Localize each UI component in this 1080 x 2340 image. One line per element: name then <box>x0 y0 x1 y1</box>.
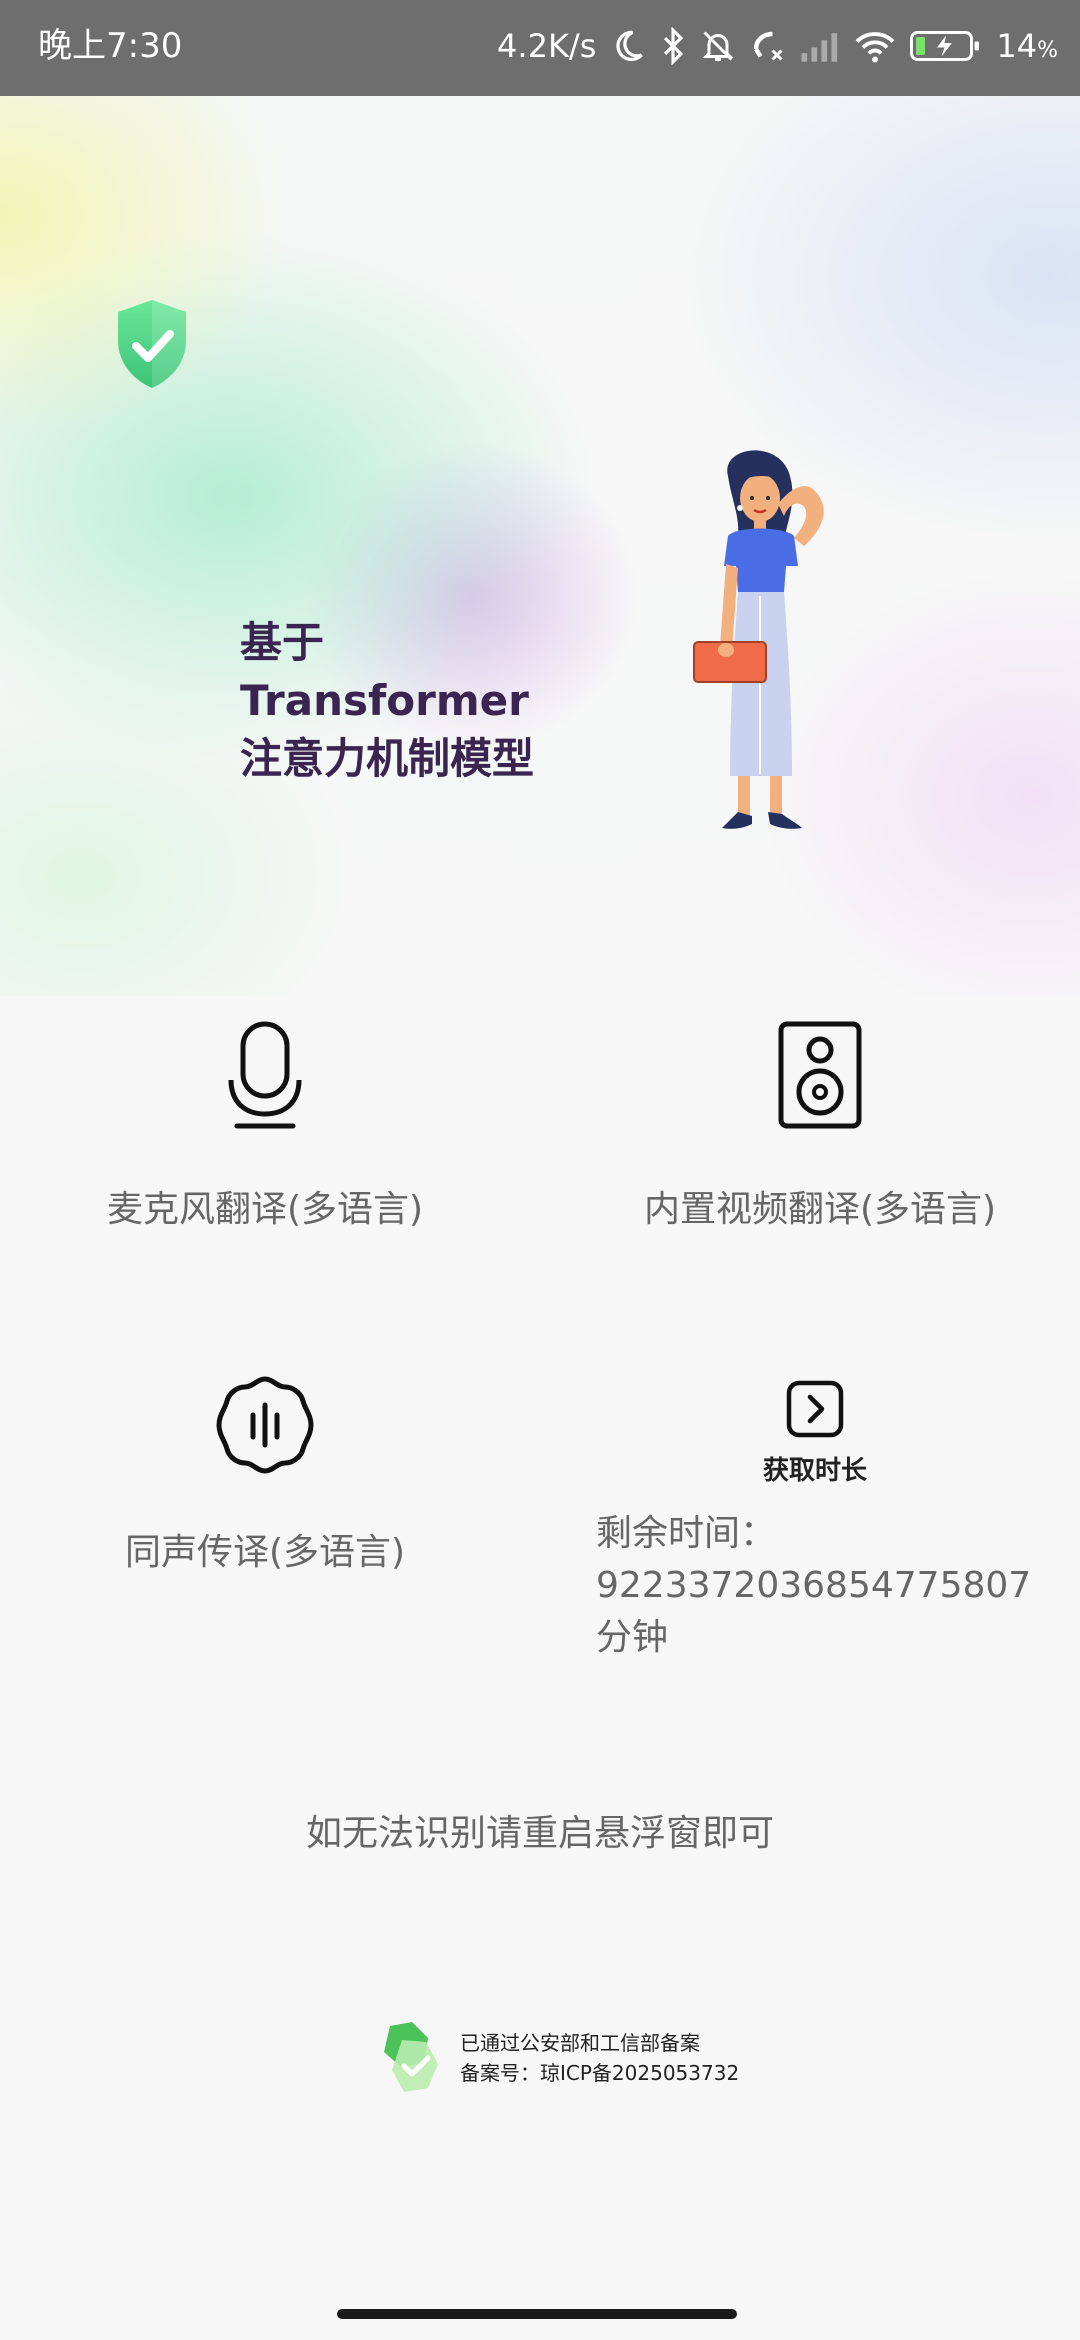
hero-title-line-1: 基于 <box>240 618 325 667</box>
video-translate-label: 内置视频翻译(多语言) <box>643 1189 997 1230</box>
verified-badge-icon <box>372 2020 442 2096</box>
remaining-time-unit: 分钟 <box>596 1617 669 1658</box>
video-translate-button[interactable]: 内置视频翻译(多语言) <box>600 1020 1040 1232</box>
hero-banner: 基于 Transformer 注意力机制模型 <box>0 96 1080 996</box>
remaining-time-label: 剩余时间： <box>596 1513 777 1554</box>
simultaneous-interpret-button[interactable]: 同声传译(多语言) <box>60 1375 470 1575</box>
status-icons: 4.2K/s 14% <box>497 18 1058 74</box>
bell-muted-icon <box>700 27 736 65</box>
hero-title-line-2: Transformer <box>240 676 529 725</box>
filing-line-2: 备案号：琼ICP备2025053732 <box>460 2061 740 2085</box>
hero-title: 基于 Transformer 注意力机制模型 <box>240 614 534 788</box>
woman-illustration <box>680 446 880 906</box>
hero-title-line-3: 注意力机制模型 <box>240 734 535 783</box>
speaker-icon <box>777 1020 863 1130</box>
bluetooth-icon <box>660 27 686 65</box>
play-square-icon <box>786 1380 844 1438</box>
soundwave-badge-icon <box>215 1375 315 1475</box>
moon-icon <box>610 28 646 64</box>
signal-icon <box>800 30 840 62</box>
shield-check-icon <box>112 296 192 392</box>
get-time-button[interactable]: 获取时长 <box>740 1380 890 1487</box>
net-speed: 4.2K/s <box>497 27 597 65</box>
get-time-label: 获取时长 <box>762 1456 867 1486</box>
wifi-icon <box>854 29 896 63</box>
filing-line-1: 已通过公安部和工信部备案 <box>460 2031 700 2055</box>
remaining-time-value: 9223372036854775807 <box>596 1565 1032 1606</box>
mic-translate-button[interactable]: 麦克风翻译(多语言) <box>60 1020 470 1232</box>
mic-translate-label: 麦克风翻译(多语言) <box>106 1189 424 1230</box>
home-indicator[interactable] <box>337 2309 737 2319</box>
filing-text: 已通过公安部和工信部备案 备案号：琼ICP备2025053732 <box>460 2028 739 2088</box>
status-time: 晚上7:30 <box>38 26 183 66</box>
filing-info: 已通过公安部和工信部备案 备案号：琼ICP备2025053732 <box>372 2020 739 2096</box>
simultaneous-interpret-label: 同声传译(多语言) <box>124 1532 406 1573</box>
battery-charging-icon <box>910 28 982 64</box>
restart-hint: 如无法识别请重启悬浮窗即可 <box>305 1813 774 1854</box>
status-bar: 晚上7:30 4.2K/s 14% <box>0 0 1080 96</box>
microphone-icon <box>225 1020 305 1130</box>
call-forward-icon <box>750 28 786 64</box>
battery-percent: 14% <box>996 27 1058 65</box>
remaining-time: 剩余时间： 9223372036854775807 分钟 <box>596 1508 1031 1664</box>
